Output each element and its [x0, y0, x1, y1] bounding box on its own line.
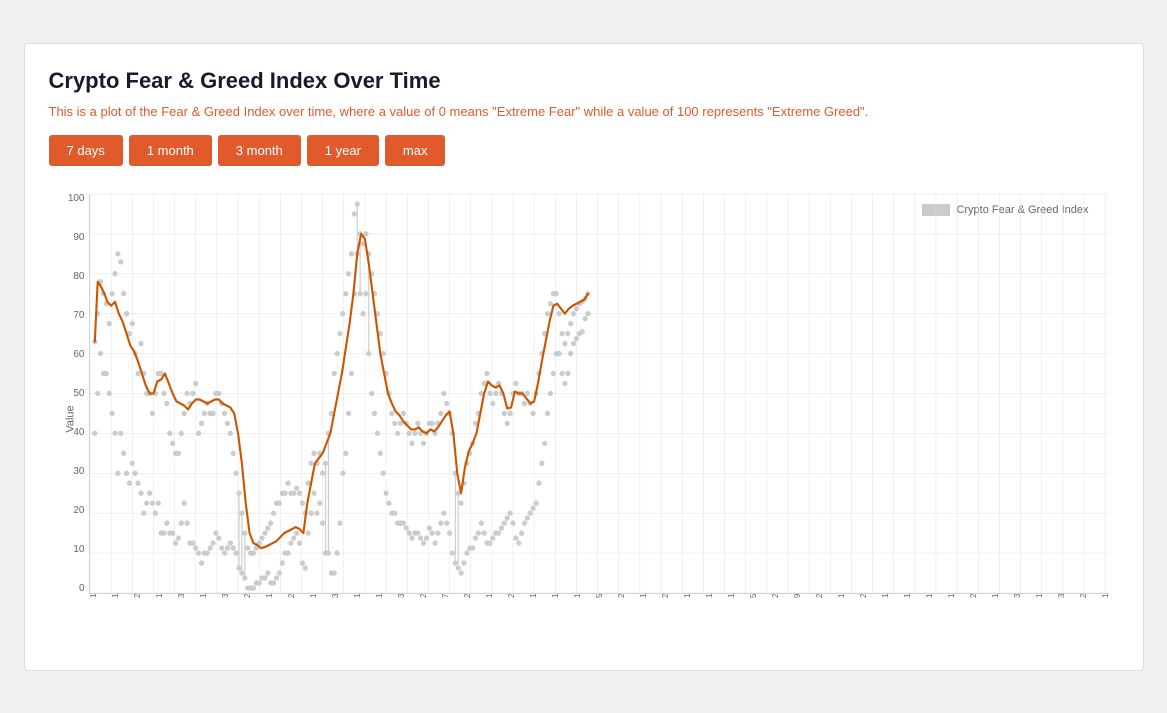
x-label-40: 2 Mar, 2020 — [969, 594, 978, 598]
x-label-2: 24 Mar, 2018 — [133, 594, 142, 598]
x-label-43: 17 May, 2020 — [1035, 594, 1044, 598]
x-label-30: 5 Aug, 2019 — [749, 594, 758, 598]
x-label-26: 29 May, 2019 — [661, 594, 670, 598]
x-label-10: 15 Aug, 2018 — [309, 594, 318, 598]
x-label-13: 17 Oct, 2018 — [375, 594, 384, 598]
x-label-27: 16 Jun, 2019 — [683, 594, 692, 598]
btn-max[interactable]: max — [385, 135, 446, 166]
y-label-20: 20 — [73, 506, 84, 516]
y-axis: 0 10 20 30 40 50 60 70 80 90 100 — [49, 194, 89, 594]
x-label-6: 3 Jun, 2018 — [221, 594, 230, 598]
x-label-36: 19 Nov, 2019 — [881, 594, 890, 598]
y-label-10: 10 — [73, 545, 84, 555]
x-label-8: 10 Jul, 2018 — [265, 594, 274, 598]
chart-area: Crypto Fear & Greed Index — [89, 194, 1109, 594]
x-label-31: 22 Sep, 2019 — [771, 594, 780, 598]
x-label-18: 10 Jan, 2019 — [485, 594, 494, 598]
x-label-1: 18 Feb, 2018 — [111, 594, 120, 598]
y-label-60: 60 — [73, 350, 84, 360]
x-label-46: 10 Jul, 2020 — [1101, 594, 1109, 598]
x-label-0: 1 Feb, 2018 — [89, 594, 98, 598]
x-label-28: 1 Jul, 2019 — [705, 594, 714, 598]
chart-container: 0 10 20 30 40 50 60 70 80 90 100 Crypto … — [49, 184, 1119, 654]
x-label-33: 26 Sep, 2019 — [815, 594, 824, 598]
time-range-buttons: 7 days 1 month 3 month 1 year max — [49, 135, 1119, 166]
x-label-20: 13 Feb, 2019 — [529, 594, 538, 598]
x-label-45: 20 Jun, 2020 — [1079, 594, 1088, 598]
x-label-29: 19 Jul, 2019 — [727, 594, 736, 598]
y-label-100: 100 — [68, 194, 85, 204]
y-label-50: 50 — [73, 389, 84, 399]
x-label-7: 20 Jun, 2018 — [243, 594, 252, 598]
x-label-9: 25 Jul, 2018 — [287, 594, 296, 598]
x-label-16: 7 Dec, 2018 — [441, 594, 450, 598]
x-label-3: 10 Mar, 2018 — [155, 594, 164, 598]
subtitle-text: This is a plot of the Fear & Greed Index… — [49, 104, 1119, 119]
y-label-70: 70 — [73, 311, 84, 321]
btn-1month[interactable]: 1 month — [129, 135, 212, 166]
btn-7days[interactable]: 7 days — [49, 135, 123, 166]
y-label-80: 80 — [73, 272, 84, 282]
x-label-17: 24 Dec, 2018 — [463, 594, 472, 598]
x-label-5: 17 May, 2018 — [199, 594, 208, 598]
chart-svg — [90, 194, 1109, 593]
x-label-38: 1 Jan, 2020 — [925, 594, 934, 598]
x-label-21: 1 Mar, 2019 — [551, 594, 560, 598]
x-label-4: 30 Apr, 2018 — [177, 594, 186, 598]
x-label-35: 2 Nov, 2019 — [859, 594, 868, 598]
y-label-30: 30 — [73, 467, 84, 477]
btn-3month[interactable]: 3 month — [218, 135, 301, 166]
btn-1year[interactable]: 1 year — [307, 135, 379, 166]
y-label-90: 90 — [73, 233, 84, 243]
x-label-14: 3 Nov, 2018 — [397, 594, 406, 598]
x-label-32: 9 Sep, 2019 — [793, 594, 802, 598]
scatter-data — [92, 201, 590, 590]
x-axis: 1 Feb, 2018 18 Feb, 2018 24 Mar, 2018 10… — [89, 594, 1109, 654]
x-label-42: 30 Apr, 2020 — [1013, 594, 1022, 598]
y-label-0: 0 — [79, 584, 85, 594]
x-label-19: 27 Jan, 2019 — [507, 594, 516, 598]
x-label-34: 16 Oct, 2019 — [837, 594, 846, 598]
x-label-24: 22 Apr, 2019 — [617, 594, 626, 598]
x-label-11: 30 Aug, 2018 — [331, 594, 340, 598]
x-label-39: 10 Feb, 2020 — [947, 594, 956, 598]
page-title: Crypto Fear & Greed Index Over Time — [49, 68, 1119, 94]
fear-greed-line — [94, 233, 587, 547]
main-card: Crypto Fear & Greed Index Over Time This… — [24, 43, 1144, 671]
y-label-40: 40 — [73, 428, 84, 438]
x-label-25: 12 May, 2019 — [639, 594, 648, 598]
x-label-41: 13 Apr, 2020 — [991, 594, 1000, 598]
x-label-15: 20 Nov, 2018 — [419, 594, 428, 598]
x-label-22: 19 Mar, 2019 — [573, 594, 582, 598]
x-label-12: 15 Sep, 2018 — [353, 594, 362, 598]
x-label-37: 16 Dec, 2019 — [903, 594, 912, 598]
x-label-23: 5 Apr, 2019 — [595, 594, 604, 598]
x-label-44: 3 Jun, 2020 — [1057, 594, 1066, 598]
